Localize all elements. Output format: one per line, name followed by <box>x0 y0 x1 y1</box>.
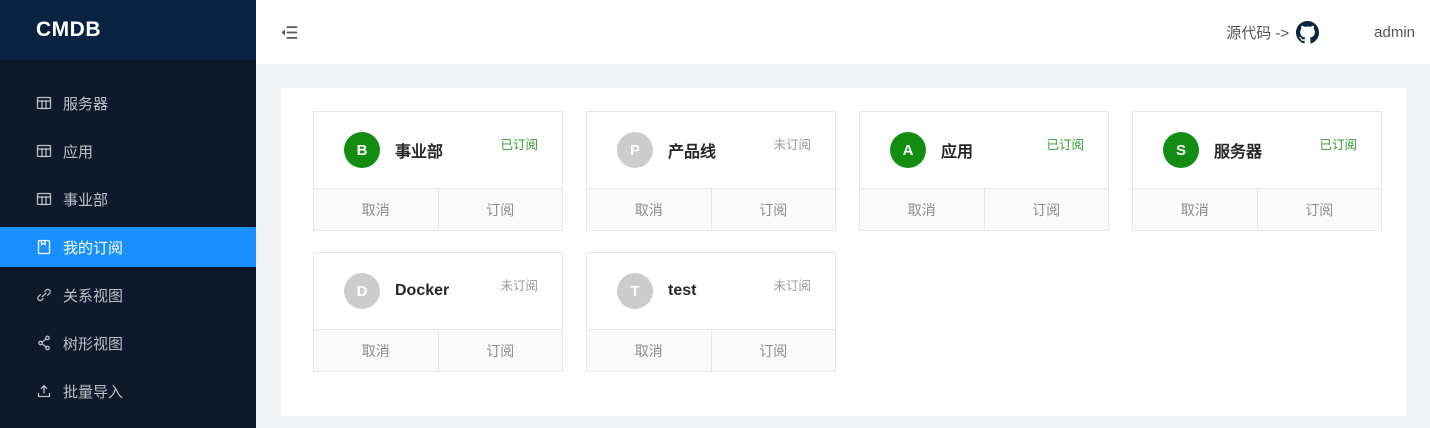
card-body: S 服务器 已订阅 <box>1133 112 1381 188</box>
status-badge: 未订阅 <box>773 134 811 153</box>
top-header: 源代码 -> admin <box>256 0 1430 64</box>
sidebar-item-servers[interactable]: 服务器 <box>0 83 256 123</box>
subscription-card: D Docker 未订阅 取消 订阅 <box>313 252 563 372</box>
card-actions: 取消 订阅 <box>314 188 562 230</box>
card-title: 应用 <box>941 138 973 162</box>
card-body: A 应用 已订阅 <box>860 112 1108 188</box>
sidebar-item-label: 服务器 <box>63 93 108 114</box>
status-badge: 已订阅 <box>1319 134 1357 153</box>
subscribe-button[interactable]: 订阅 <box>711 189 836 230</box>
cancel-button[interactable]: 取消 <box>314 330 438 371</box>
subscribe-button[interactable]: 订阅 <box>438 189 563 230</box>
header-right: 源代码 -> admin <box>1226 21 1430 44</box>
subscription-card: P 产品线 未订阅 取消 订阅 <box>586 111 836 231</box>
card-title: test <box>668 282 696 300</box>
sidebar-item-tree-view[interactable]: 树形视图 <box>0 323 256 363</box>
status-badge: 未订阅 <box>773 275 811 294</box>
content-area: B 事业部 已订阅 取消 订阅 P 产品线 未订阅 取消 订阅 <box>256 64 1430 428</box>
card-actions: 取消 订阅 <box>1133 188 1381 230</box>
avatar: T <box>617 273 653 309</box>
table-icon <box>35 143 52 160</box>
cancel-button[interactable]: 取消 <box>1133 189 1257 230</box>
card-title: 服务器 <box>1214 138 1262 162</box>
card-body: D Docker 未订阅 <box>314 253 562 329</box>
sidebar-menu: 服务器 应用 事业部 我的订阅 关系视图 <box>0 60 256 411</box>
avatar: B <box>344 132 380 168</box>
sidebar-item-label: 关系视图 <box>63 285 123 306</box>
table-icon <box>35 95 52 112</box>
subscribe-button[interactable]: 订阅 <box>438 330 563 371</box>
sidebar-item-my-subscriptions[interactable]: 我的订阅 <box>0 227 256 267</box>
sidebar-item-applications[interactable]: 应用 <box>0 131 256 171</box>
sidebar-item-batch-import[interactable]: 批量导入 <box>0 371 256 411</box>
avatar: S <box>1163 132 1199 168</box>
subscription-cards-grid: B 事业部 已订阅 取消 订阅 P 产品线 未订阅 取消 订阅 <box>313 111 1406 372</box>
upload-icon <box>35 383 52 400</box>
card-actions: 取消 订阅 <box>587 329 835 371</box>
sidebar-item-relation-view[interactable]: 关系视图 <box>0 275 256 315</box>
avatar: D <box>344 273 380 309</box>
subscribe-button[interactable]: 订阅 <box>984 189 1109 230</box>
sidebar-item-label: 事业部 <box>63 189 108 210</box>
sidebar: CMDB 服务器 应用 事业部 我的订阅 <box>0 0 256 428</box>
subscribe-button[interactable]: 订阅 <box>711 330 836 371</box>
card-actions: 取消 订阅 <box>587 188 835 230</box>
cancel-button[interactable]: 取消 <box>860 189 984 230</box>
subscription-card: S 服务器 已订阅 取消 订阅 <box>1132 111 1382 231</box>
card-body: P 产品线 未订阅 <box>587 112 835 188</box>
subscription-card: T test 未订阅 取消 订阅 <box>586 252 836 372</box>
app-logo[interactable]: CMDB <box>0 0 256 60</box>
card-body: B 事业部 已订阅 <box>314 112 562 188</box>
card-actions: 取消 订阅 <box>860 188 1108 230</box>
menu-fold-icon[interactable] <box>280 23 299 42</box>
subscription-card: A 应用 已订阅 取消 订阅 <box>859 111 1109 231</box>
app-title: CMDB <box>36 18 101 42</box>
source-code-link[interactable]: 源代码 -> <box>1226 22 1289 43</box>
sidebar-item-business-units[interactable]: 事业部 <box>0 179 256 219</box>
cancel-button[interactable]: 取消 <box>587 330 711 371</box>
user-menu[interactable]: admin <box>1374 24 1415 41</box>
sidebar-item-label: 应用 <box>63 141 93 162</box>
cancel-button[interactable]: 取消 <box>587 189 711 230</box>
subscribe-button[interactable]: 订阅 <box>1257 189 1382 230</box>
link-icon <box>35 287 52 304</box>
sidebar-item-label: 树形视图 <box>63 333 123 354</box>
subscription-card: B 事业部 已订阅 取消 订阅 <box>313 111 563 231</box>
card-title: 事业部 <box>395 138 443 162</box>
share-alt-icon <box>35 335 52 352</box>
card-title: Docker <box>395 282 449 300</box>
book-icon <box>35 239 52 256</box>
github-icon[interactable] <box>1296 21 1319 44</box>
status-badge: 已订阅 <box>500 134 538 153</box>
status-badge: 未订阅 <box>500 275 538 294</box>
card-actions: 取消 订阅 <box>314 329 562 371</box>
cancel-button[interactable]: 取消 <box>314 189 438 230</box>
table-icon <box>35 191 52 208</box>
sidebar-item-label: 批量导入 <box>63 381 123 402</box>
card-title: 产品线 <box>668 138 716 162</box>
subscriptions-panel: B 事业部 已订阅 取消 订阅 P 产品线 未订阅 取消 订阅 <box>281 88 1406 416</box>
avatar: A <box>890 132 926 168</box>
card-body: T test 未订阅 <box>587 253 835 329</box>
avatar: P <box>617 132 653 168</box>
status-badge: 已订阅 <box>1046 134 1084 153</box>
sidebar-item-label: 我的订阅 <box>63 237 123 258</box>
